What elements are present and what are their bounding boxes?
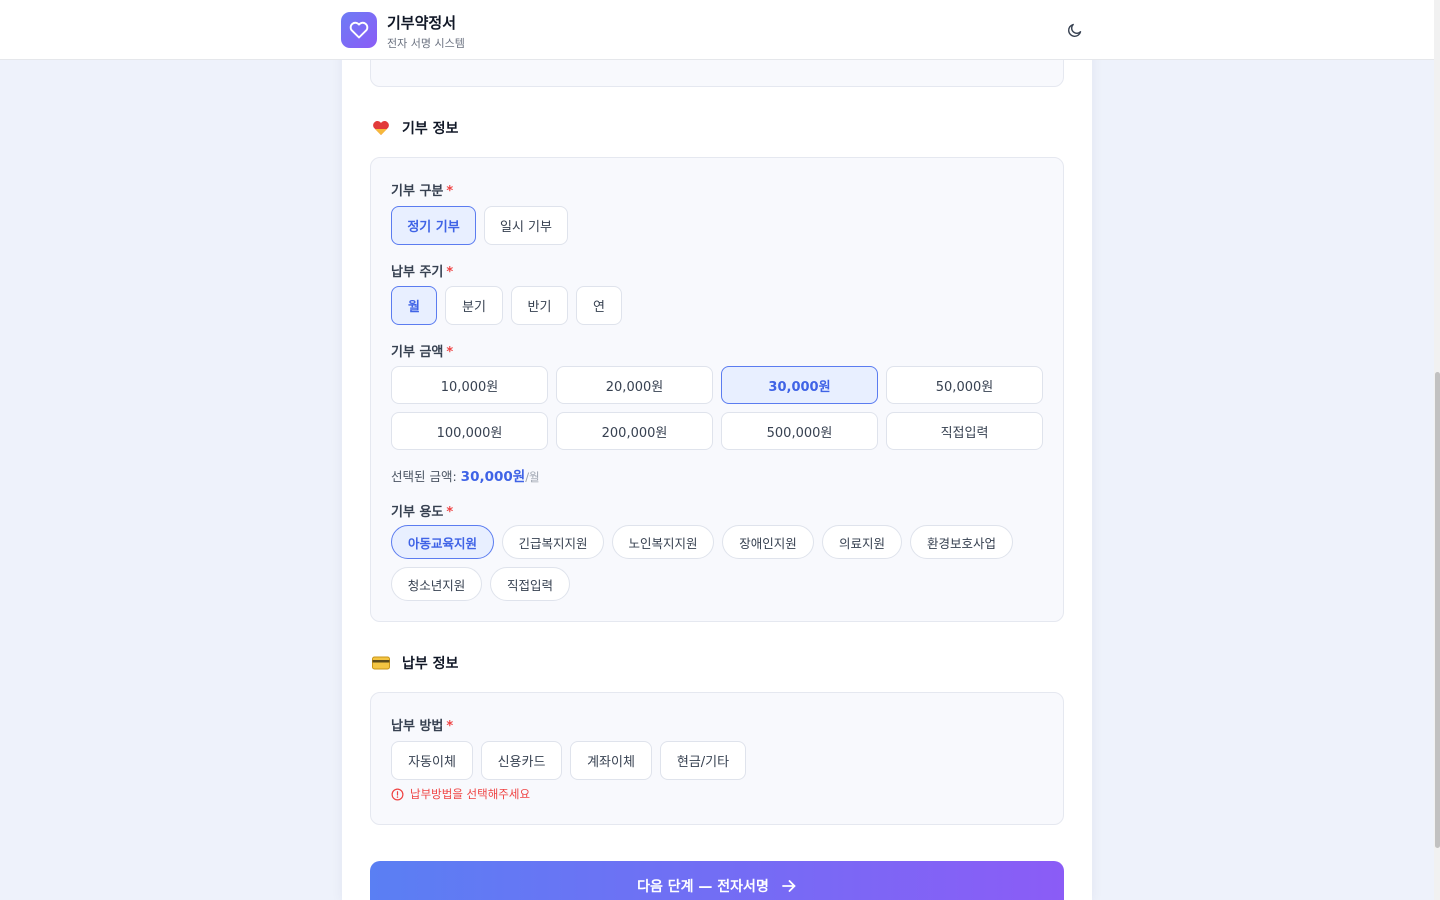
app-title: 기부약정서	[387, 14, 457, 32]
payment-section-label: 납부 정보	[402, 656, 459, 672]
credit-card-emoji-icon	[372, 656, 390, 670]
cycle-quarter-button[interactable]: 분기	[445, 286, 503, 325]
next-step-label: 다음 단계 — 전자서명	[637, 879, 769, 895]
next-step-button[interactable]: 다음 단계 — 전자서명	[370, 861, 1064, 900]
cycle-month-button[interactable]: 월	[391, 286, 437, 325]
cycle-half-button[interactable]: 반기	[511, 286, 568, 325]
heart-icon	[349, 21, 369, 39]
app-logo	[341, 12, 377, 48]
arrow-right-icon	[781, 880, 796, 892]
purpose-custom[interactable]: 직접입력	[490, 567, 570, 601]
donation-type-label: 기부 구분 *	[391, 184, 454, 199]
purpose-medical-support[interactable]: 의료지원	[822, 525, 902, 559]
payment-panel: 납부 방법 * 자동이체 신용카드 계좌이체 현금/기타 납부방법을 선택해주세요	[370, 692, 1064, 825]
purpose-youth-support[interactable]: 청소년지원	[391, 567, 482, 601]
amount-label: 기부 금액 *	[391, 345, 454, 360]
cycle-label: 납부 주기 *	[391, 265, 454, 280]
amount-10000-button[interactable]: 10,000원	[391, 366, 548, 404]
amount-500000-button[interactable]: 500,000원	[721, 412, 878, 450]
app-subtitle: 전자 서명 시스템	[387, 37, 465, 50]
selected-amount-text: 선택된 금액: 30,000원/월	[391, 469, 540, 485]
payment-error-message: 납부방법을 선택해주세요	[391, 786, 530, 802]
selected-amount-value: 30,000원	[460, 469, 526, 485]
method-auto-transfer[interactable]: 자동이체	[391, 741, 473, 780]
donation-section-label: 기부 정보	[402, 121, 459, 137]
theme-toggle-button[interactable]	[1062, 17, 1088, 43]
form-card: 기부 정보 기부 구분 * 정기 기부 일시 기부 납부 주기 * 월 분기 반기 …	[342, 0, 1092, 900]
amount-20000-button[interactable]: 20,000원	[556, 366, 713, 404]
app-header: 기부약정서 전자 서명 시스템	[0, 0, 1434, 60]
type-onetime-button[interactable]: 일시 기부	[484, 206, 568, 245]
donation-section-title: 기부 정보	[372, 118, 458, 138]
alert-circle-icon	[391, 788, 404, 800]
amount-30000-button[interactable]: 30,000원	[721, 366, 878, 404]
method-bank-transfer[interactable]: 계좌이체	[570, 741, 652, 780]
heart-emoji-icon	[373, 121, 389, 135]
purpose-emergency-welfare[interactable]: 긴급복지지원	[502, 525, 604, 559]
method-cash-other[interactable]: 현금/기타	[660, 741, 746, 780]
purpose-label: 기부 용도 *	[391, 505, 454, 520]
payment-section-title: 납부 정보	[372, 653, 458, 673]
donation-panel: 기부 구분 * 정기 기부 일시 기부 납부 주기 * 월 분기 반기 연 기부 금…	[370, 157, 1064, 622]
scrollbar-thumb[interactable]	[1435, 372, 1440, 848]
purpose-elderly-welfare[interactable]: 노인복지지원	[612, 525, 714, 559]
purpose-environment[interactable]: 환경보호사업	[910, 525, 1013, 559]
method-credit-card[interactable]: 신용카드	[481, 741, 562, 780]
amount-50000-button[interactable]: 50,000원	[886, 366, 1043, 404]
type-regular-button[interactable]: 정기 기부	[391, 206, 476, 245]
payment-method-label: 납부 방법 *	[391, 719, 454, 734]
purpose-disability-support[interactable]: 장애인지원	[722, 525, 814, 559]
amount-100000-button[interactable]: 100,000원	[391, 412, 548, 450]
amount-custom-button[interactable]: 직접입력	[886, 412, 1043, 450]
amount-200000-button[interactable]: 200,000원	[556, 412, 713, 450]
cycle-year-button[interactable]: 연	[576, 286, 622, 325]
moon-icon	[1067, 23, 1082, 38]
purpose-child-education[interactable]: 아동교육지원	[391, 525, 494, 559]
